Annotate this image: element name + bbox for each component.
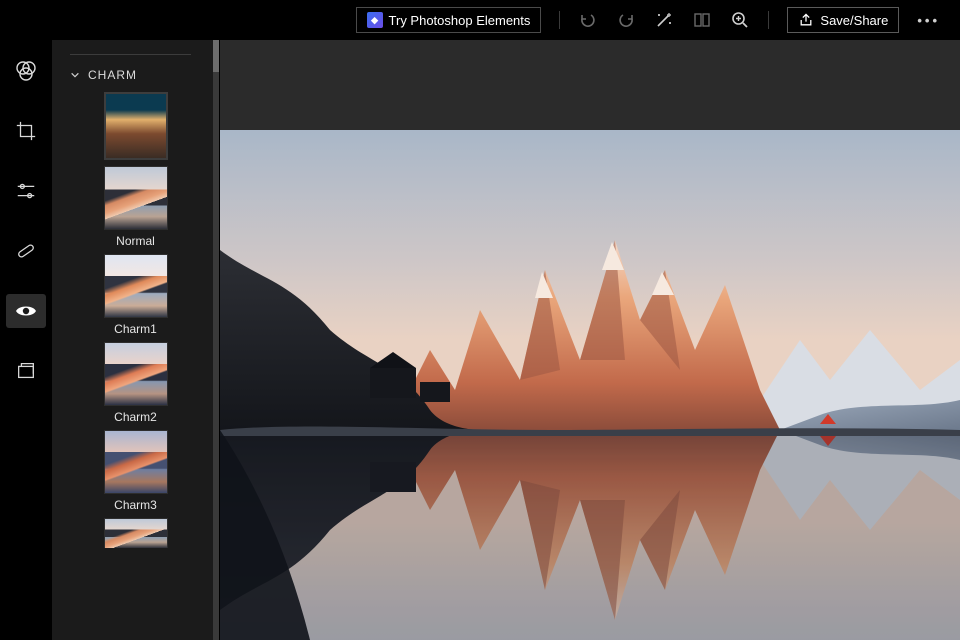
- preset-thumbnail: [104, 254, 168, 318]
- adjustments-tool[interactable]: [6, 174, 46, 208]
- preset-item-normal[interactable]: Normal: [97, 166, 175, 248]
- preset-item-charm1[interactable]: Charm1: [97, 254, 175, 336]
- preset-item-charm3[interactable]: Charm3: [97, 430, 175, 512]
- left-tool-rail: [0, 40, 52, 640]
- looks-icon: [14, 59, 38, 83]
- looks-panel: CHARM Normal Charm1 Charm2: [52, 40, 220, 640]
- looks-tool[interactable]: [6, 54, 46, 88]
- preset-thumbnail: [104, 342, 168, 406]
- preset-item[interactable]: [97, 92, 175, 160]
- redeye-tool[interactable]: [6, 294, 46, 328]
- spot-heal-tool[interactable]: [6, 234, 46, 268]
- photoshop-elements-icon: ◆: [367, 12, 383, 28]
- zoom-button[interactable]: [730, 10, 750, 30]
- chevron-down-icon: [70, 70, 80, 80]
- preset-label: Charm3: [114, 498, 157, 512]
- try-photoshop-elements-button[interactable]: ◆ Try Photoshop Elements: [356, 7, 542, 33]
- compare-button[interactable]: [692, 10, 712, 30]
- compare-icon: [692, 10, 712, 30]
- panel-scrollbar[interactable]: [213, 40, 219, 640]
- preset-group-label: CHARM: [88, 68, 137, 82]
- image-canvas[interactable]: [220, 130, 960, 640]
- toolbar-divider: [559, 11, 560, 29]
- preset-thumbnail: [104, 430, 168, 494]
- preset-item-charm2[interactable]: Charm2: [97, 342, 175, 424]
- canvas-area: [220, 40, 960, 640]
- redo-button[interactable]: [616, 10, 636, 30]
- preset-thumbnail: [104, 518, 168, 548]
- sliders-icon: [15, 180, 37, 202]
- photo-content: [220, 130, 960, 640]
- preset-group-header[interactable]: CHARM: [52, 40, 219, 92]
- redo-icon: [616, 10, 636, 30]
- preset-label: Charm1: [114, 322, 157, 336]
- toolbar-divider: [768, 11, 769, 29]
- undo-icon: [578, 10, 598, 30]
- frames-icon: [15, 360, 37, 382]
- preset-label: Normal: [116, 234, 155, 248]
- save-share-button[interactable]: Save/Share: [787, 7, 899, 33]
- more-menu-button[interactable]: •••: [917, 13, 940, 28]
- zoom-in-icon: [730, 10, 750, 30]
- bandage-icon: [15, 240, 37, 262]
- preset-thumbnail: [104, 92, 168, 160]
- preset-list: Normal Charm1 Charm2 Charm3: [52, 92, 219, 556]
- preset-item[interactable]: [97, 518, 175, 548]
- eye-icon: [14, 299, 38, 323]
- preset-thumbnail: [104, 166, 168, 230]
- save-button-label: Save/Share: [820, 13, 888, 28]
- top-toolbar: ◆ Try Photoshop Elements: [0, 0, 960, 40]
- auto-enhance-button[interactable]: [654, 10, 674, 30]
- crop-tool[interactable]: [6, 114, 46, 148]
- main-area: CHARM Normal Charm1 Charm2: [0, 40, 960, 640]
- preset-label: Charm2: [114, 410, 157, 424]
- magic-wand-icon: [654, 10, 674, 30]
- share-icon: [798, 12, 814, 28]
- crop-icon: [15, 120, 37, 142]
- canvas-top-margin: [220, 40, 960, 130]
- app-root: ◆ Try Photoshop Elements: [0, 0, 960, 640]
- try-button-label: Try Photoshop Elements: [389, 13, 531, 28]
- undo-button[interactable]: [578, 10, 598, 30]
- border-tool[interactable]: [6, 354, 46, 388]
